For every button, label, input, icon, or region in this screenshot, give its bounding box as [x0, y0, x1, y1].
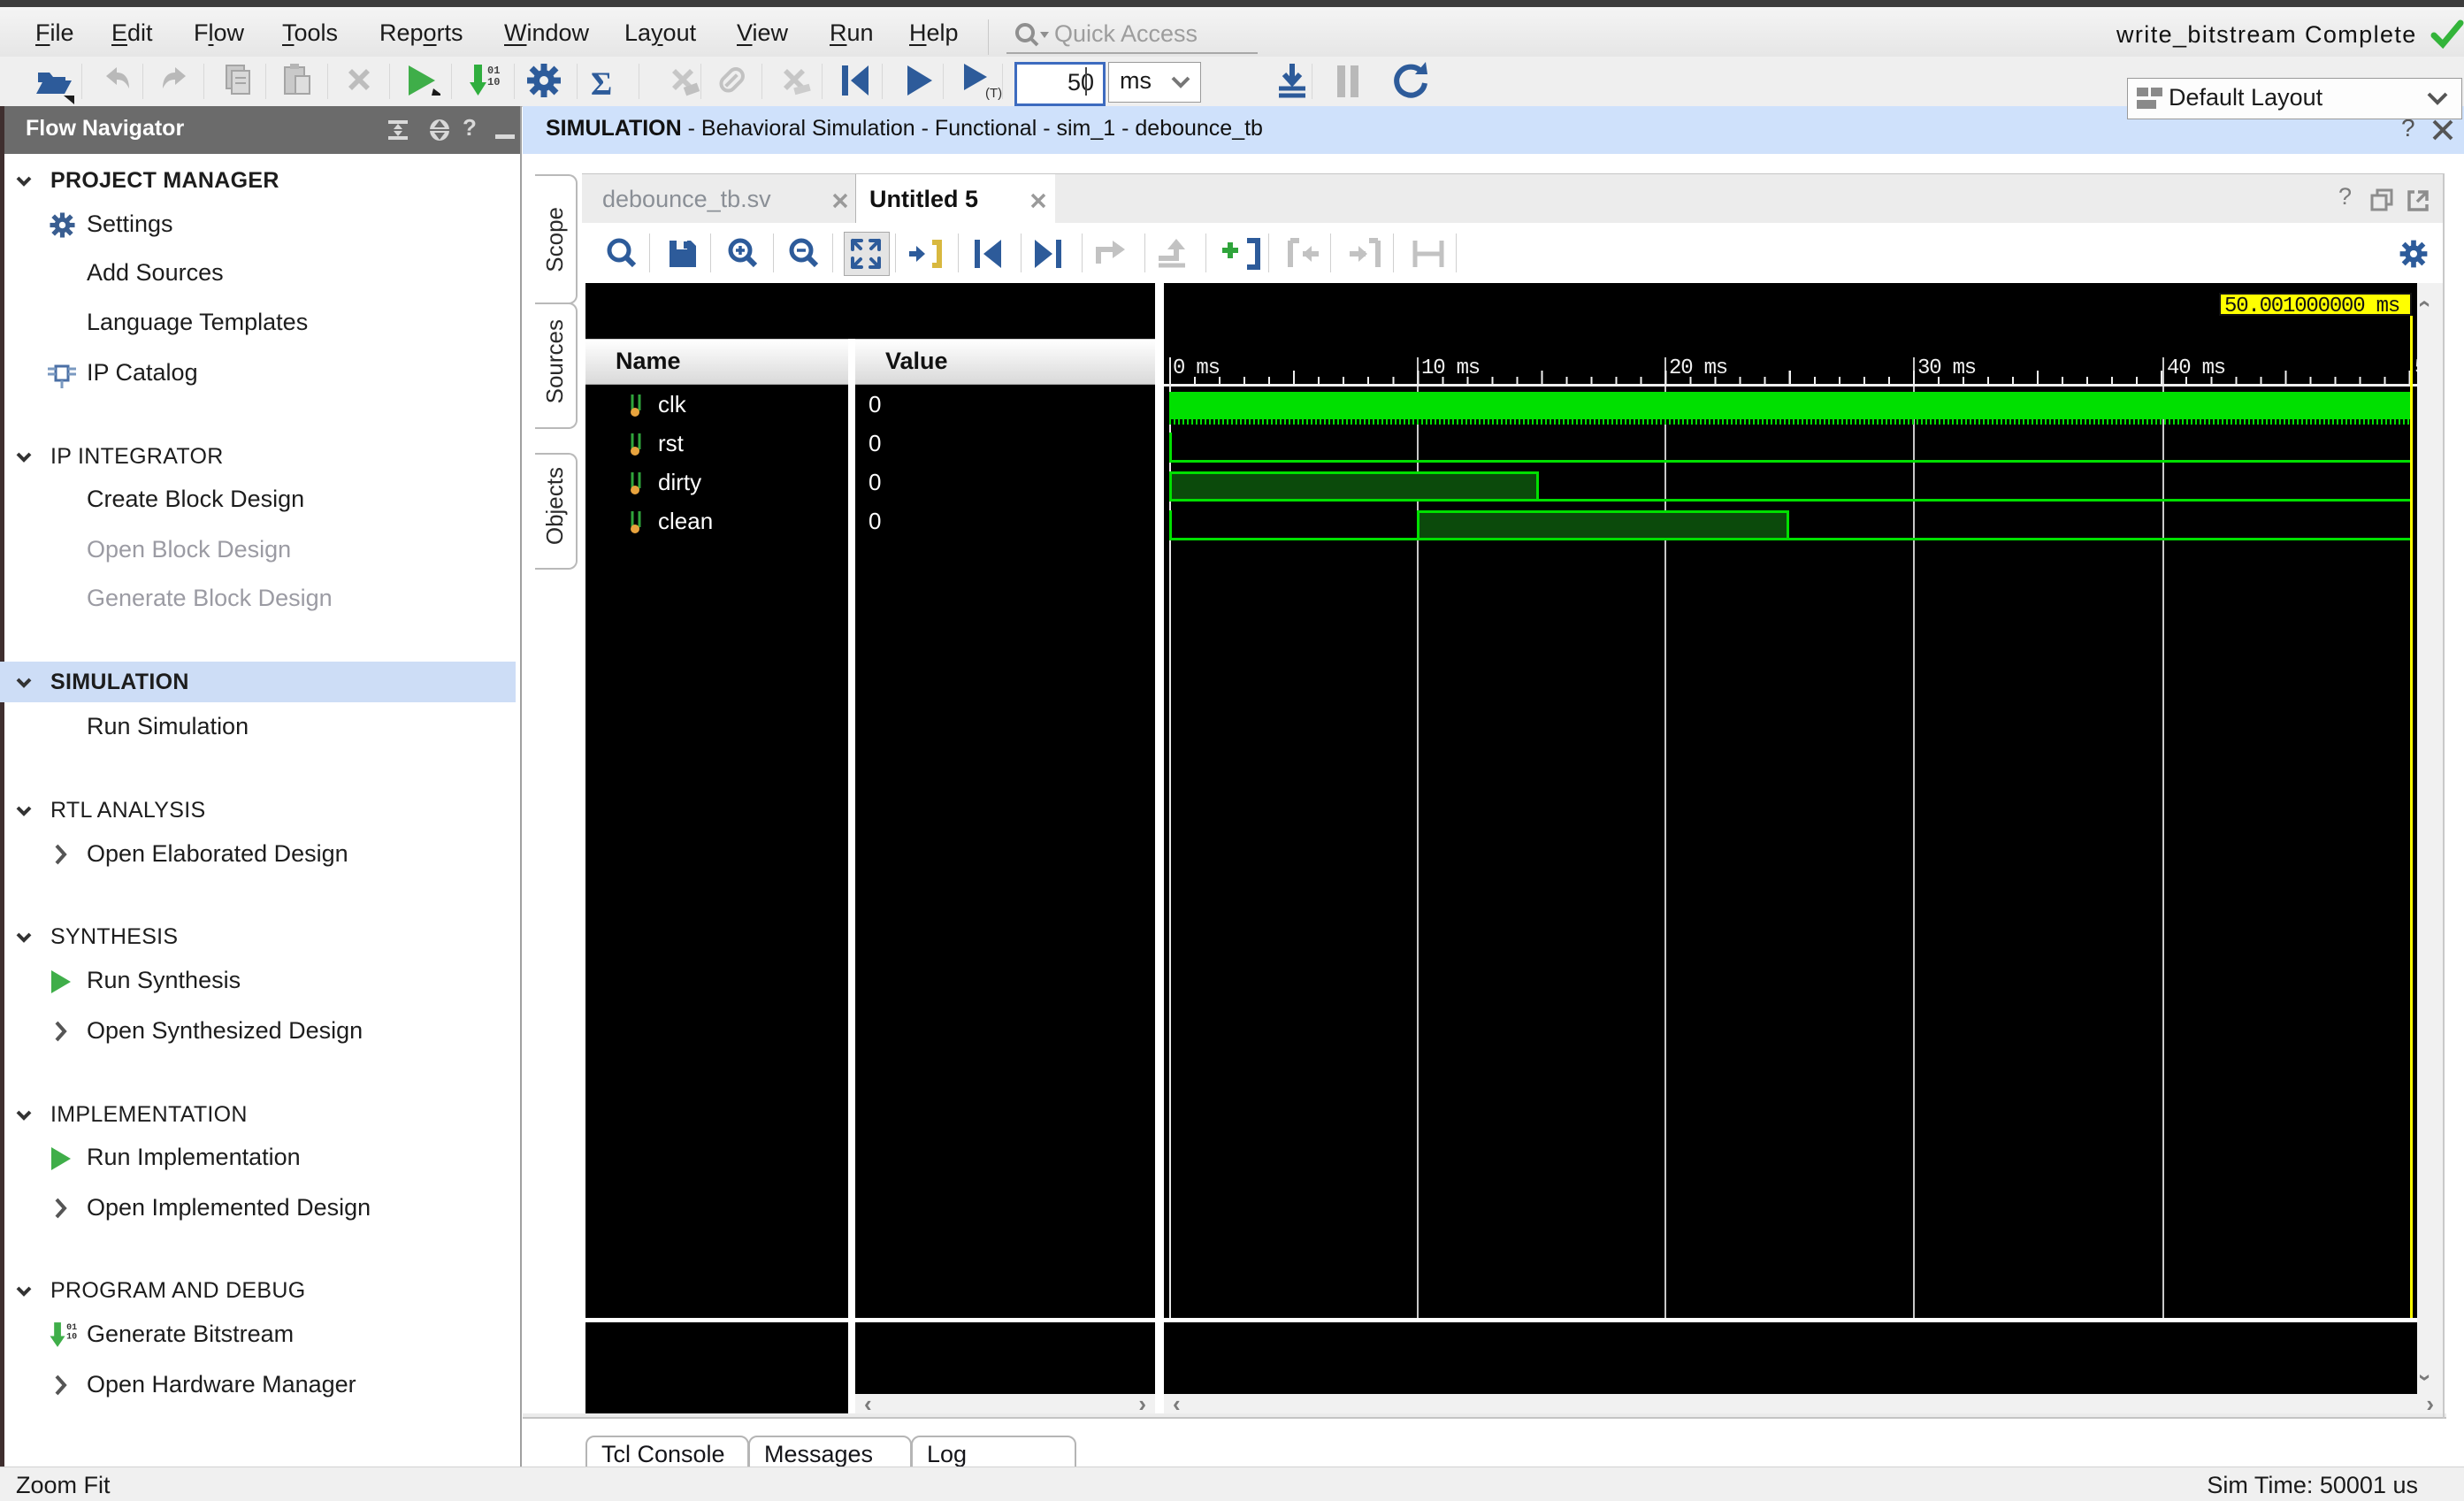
svg-text:01: 01 [66, 1323, 77, 1333]
svg-text:(T): (T) [985, 86, 1002, 101]
svg-text:10: 10 [487, 76, 500, 88]
svg-text:10: 10 [66, 1333, 77, 1343]
svg-text:01: 01 [487, 65, 500, 77]
